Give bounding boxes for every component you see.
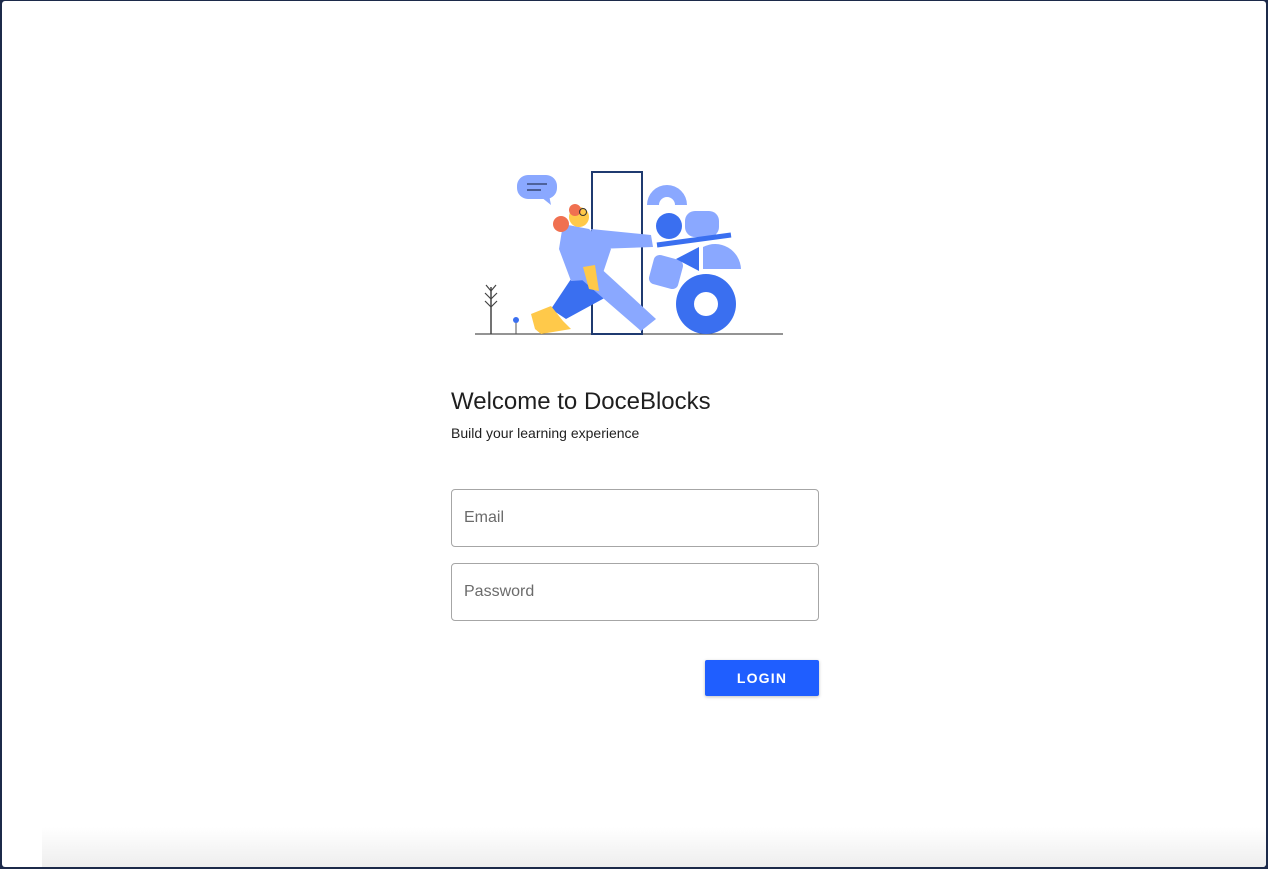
login-button[interactable]: LOGIN bbox=[705, 660, 819, 696]
page-subtitle: Build your learning experience bbox=[451, 425, 640, 441]
email-field bbox=[451, 489, 819, 547]
password-field bbox=[451, 563, 819, 621]
window-bottom-shadow bbox=[42, 827, 1266, 867]
password-input[interactable] bbox=[452, 564, 818, 620]
welcome-illustration bbox=[475, 171, 783, 335]
page-title: Welcome to DoceBlocks bbox=[451, 388, 711, 415]
email-input[interactable] bbox=[452, 490, 818, 546]
app-window: Welcome to DoceBlocks Build your learnin… bbox=[2, 1, 1266, 867]
